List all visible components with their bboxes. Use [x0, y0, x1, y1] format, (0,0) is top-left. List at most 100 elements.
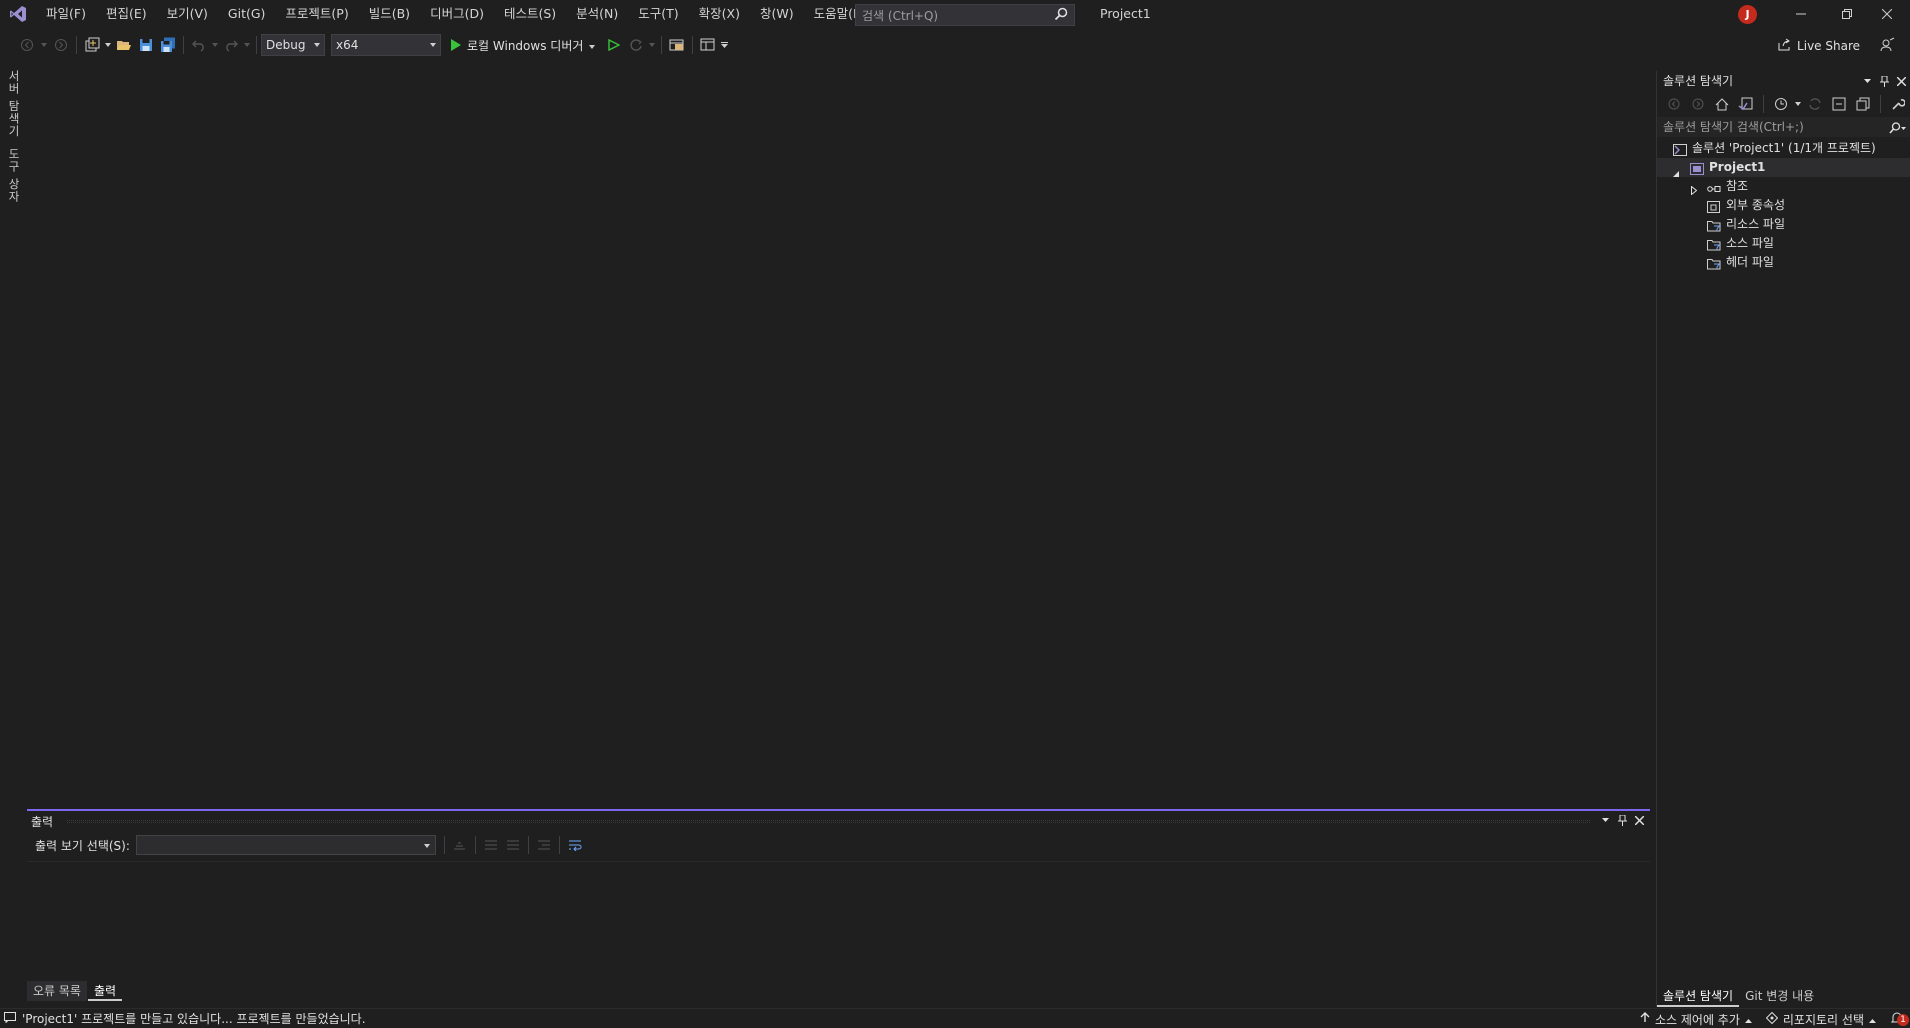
menu-file[interactable]: 파일(F): [36, 0, 96, 28]
collapse-all-icon[interactable]: [1828, 93, 1850, 115]
save-all-icon[interactable]: [157, 34, 179, 56]
sync-icon[interactable]: [1804, 93, 1826, 115]
header-files-label: 헤더 파일: [1726, 255, 1774, 269]
start-debugging-icon[interactable]: [449, 34, 463, 56]
caret-up-icon: [1869, 1012, 1876, 1026]
menu-window[interactable]: 창(W): [750, 0, 804, 28]
tree-item-source-files[interactable]: 소스 파일: [1657, 234, 1910, 253]
window-position-dropdown-icon[interactable]: [1598, 813, 1612, 827]
output-status-icon[interactable]: [4, 1011, 16, 1026]
browse-folder-icon[interactable]: [666, 34, 688, 56]
properties-wrench-icon[interactable]: [1887, 93, 1909, 115]
debugger-dropdown-icon[interactable]: [589, 38, 596, 52]
tree-item-references[interactable]: 참조: [1657, 177, 1910, 196]
toolbar-overflow-icon[interactable]: [719, 34, 729, 56]
save-icon[interactable]: [135, 34, 157, 56]
toolbox-tab[interactable]: 도구 상자: [6, 148, 22, 203]
new-project-icon[interactable]: [81, 34, 103, 56]
feedback-icon[interactable]: [1876, 34, 1898, 56]
search-icon[interactable]: [1888, 120, 1906, 140]
tree-item-resource-files[interactable]: 리소스 파일: [1657, 215, 1910, 234]
arrow-up-icon: [1640, 1012, 1650, 1026]
solution-platform-dropdown[interactable]: x64: [331, 34, 441, 56]
menu-test[interactable]: 테스트(S): [494, 0, 566, 28]
clear-all-icon[interactable]: [533, 834, 555, 856]
menu-edit[interactable]: 편집(E): [96, 0, 157, 28]
menu-git[interactable]: Git(G): [218, 0, 276, 28]
menu-analyze[interactable]: 분석(N): [566, 0, 628, 28]
go-to-previous-message-icon[interactable]: [480, 834, 502, 856]
pending-changes-filter-icon[interactable]: [1770, 93, 1792, 115]
visual-studio-logo-icon[interactable]: [0, 0, 36, 28]
tab-solution-explorer[interactable]: 솔루션 탐색기: [1657, 985, 1740, 1007]
pin-icon[interactable]: [1877, 74, 1891, 88]
title-bar: 파일(F) 편집(E) 보기(V) Git(G) 프로젝트(P) 빌드(B) 디…: [0, 0, 1910, 28]
navigate-back-dropdown-icon[interactable]: [38, 34, 50, 56]
go-to-next-message-icon[interactable]: [502, 834, 524, 856]
menu-project[interactable]: 프로젝트(P): [275, 0, 358, 28]
menu-view[interactable]: 보기(V): [157, 0, 218, 28]
close-button[interactable]: [1864, 0, 1910, 28]
user-avatar[interactable]: J: [1738, 5, 1757, 24]
output-text-area[interactable]: [27, 861, 1650, 981]
redo-dropdown-icon[interactable]: [242, 34, 252, 56]
external-dependencies-icon: [1707, 200, 1721, 213]
live-share-button[interactable]: Live Share: [1777, 35, 1860, 57]
pin-icon[interactable]: [1615, 813, 1629, 827]
undo-dropdown-icon[interactable]: [210, 34, 220, 56]
tree-item-solution[interactable]: 솔루션 'Project1' (1/1개 프로젝트): [1657, 139, 1910, 158]
menu-tools[interactable]: 도구(T): [628, 0, 688, 28]
tree-item-header-files[interactable]: 헤더 파일: [1657, 253, 1910, 272]
close-panel-icon[interactable]: [1894, 74, 1908, 88]
panel-drag-grip[interactable]: [67, 820, 1590, 823]
resource-files-label: 리소스 파일: [1726, 217, 1786, 231]
redo-icon[interactable]: [220, 34, 242, 56]
editor-area[interactable]: [26, 62, 1652, 808]
search-input[interactable]: 검색 (Ctrl+Q): [855, 4, 1075, 26]
forward-icon[interactable]: [1687, 93, 1709, 115]
back-icon[interactable]: [1663, 93, 1685, 115]
menu-build[interactable]: 빌드(B): [359, 0, 420, 28]
hot-reload-dropdown-icon[interactable]: [647, 34, 657, 56]
tree-item-project[interactable]: Project1: [1657, 158, 1910, 177]
solution-configuration-dropdown[interactable]: Debug: [261, 34, 325, 56]
open-file-icon[interactable]: [113, 34, 135, 56]
hot-reload-icon[interactable]: [625, 34, 647, 56]
undo-icon[interactable]: [188, 34, 210, 56]
add-to-source-control-button[interactable]: 소스 제어에 추가: [1640, 1011, 1752, 1028]
show-all-files-icon[interactable]: [1852, 93, 1874, 115]
window-layout-icon[interactable]: [697, 34, 719, 56]
toolbar-separator: [558, 836, 560, 854]
filter-folder-icon: [1707, 238, 1721, 250]
output-source-select[interactable]: [135, 835, 436, 855]
project-title: Project1: [1100, 6, 1151, 21]
notifications-button[interactable]: 1: [1890, 1011, 1909, 1028]
solution-explorer-search-placeholder: 솔루션 탐색기 검색(Ctrl+;): [1663, 120, 1804, 134]
tab-git-changes[interactable]: Git 변경 내용: [1739, 985, 1820, 1007]
navigate-forward-icon[interactable]: [50, 34, 72, 56]
new-project-dropdown-icon[interactable]: [103, 34, 113, 56]
menu-debug[interactable]: 디버그(D): [420, 0, 494, 28]
home-icon[interactable]: [1711, 93, 1733, 115]
solution-explorer-header[interactable]: 솔루션 탐색기: [1657, 71, 1910, 91]
start-without-debugging-icon[interactable]: [603, 34, 625, 56]
select-repository-button[interactable]: 리포지토리 선택: [1765, 1011, 1876, 1028]
find-message-icon[interactable]: [449, 834, 471, 856]
configuration-value: Debug: [266, 38, 306, 52]
switch-views-icon[interactable]: [1735, 93, 1757, 115]
start-debugger-button[interactable]: 로컬 Windows 디버거: [463, 37, 596, 54]
word-wrap-icon[interactable]: [564, 834, 586, 856]
tree-item-external-dependencies[interactable]: 외부 종속성: [1657, 196, 1910, 215]
tab-error-list[interactable]: 오류 목록: [27, 981, 87, 1001]
menu-extensions[interactable]: 확장(X): [689, 0, 750, 28]
close-panel-icon[interactable]: [1632, 813, 1646, 827]
filter-dropdown-icon[interactable]: [1794, 93, 1802, 115]
tab-output[interactable]: 출력: [87, 981, 123, 1001]
minimize-button[interactable]: [1778, 0, 1824, 28]
navigate-back-icon[interactable]: [16, 34, 38, 56]
window-position-dropdown-icon[interactable]: [1860, 74, 1874, 88]
output-panel-header[interactable]: 출력: [27, 811, 1650, 831]
solution-explorer-search-input[interactable]: 솔루션 탐색기 검색(Ctrl+;): [1657, 117, 1910, 137]
server-explorer-tab[interactable]: 서버 탐색기: [6, 70, 22, 137]
solution-explorer-title: 솔루션 탐색기: [1663, 74, 1734, 88]
